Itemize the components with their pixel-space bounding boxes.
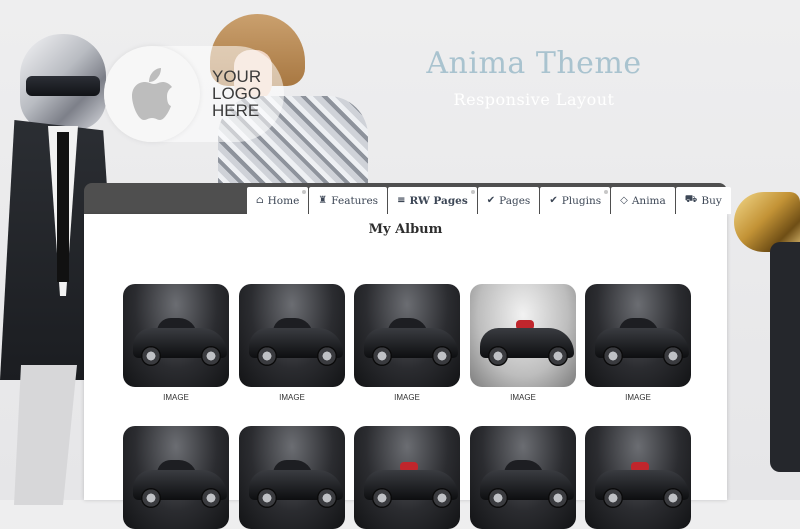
nav-item-anima[interactable]: ◇ Anima <box>611 187 675 214</box>
album-image[interactable] <box>239 284 345 387</box>
album-image[interactable] <box>354 284 460 387</box>
nav-label-home: Home <box>267 194 300 207</box>
trophy-icon: ♜ <box>318 195 328 206</box>
album-image[interactable] <box>123 426 229 529</box>
site-logo[interactable]: YOUR LOGO HERE <box>104 46 284 142</box>
nav-item-plugins[interactable]: ✔ Plugins <box>540 187 611 214</box>
album-image[interactable] <box>239 426 345 529</box>
album-image[interactable] <box>354 426 460 529</box>
nav-item-rw-pages[interactable]: ≡ RW Pages <box>388 187 477 214</box>
apple-icon <box>104 46 200 142</box>
album-image[interactable] <box>470 426 576 529</box>
album-image[interactable] <box>470 284 576 387</box>
image-caption: IMAGE <box>163 393 189 402</box>
nav-label-pages: Pages <box>499 194 531 207</box>
nav-item-pages[interactable]: ✔ Pages <box>477 187 540 214</box>
diamond-icon: ◇ <box>620 195 628 206</box>
nav-label-buy: Buy <box>701 194 722 207</box>
image-caption: IMAGE <box>279 393 305 402</box>
cart-icon: ⛟ <box>684 194 698 205</box>
image-caption: IMAGE <box>625 393 651 402</box>
logo-text: YOUR LOGO HERE <box>212 67 262 120</box>
check-icon: ✔ <box>549 195 558 206</box>
main-navigation: ⌂ Home ♜ Features ≡ RW Pages ✔ Pages ✔ P… <box>247 187 732 215</box>
image-caption: IMAGE <box>394 393 420 402</box>
submenu-indicator <box>470 190 475 194</box>
submenu-indicator <box>604 190 609 194</box>
submenu-indicator <box>302 190 307 194</box>
nav-item-home[interactable]: ⌂ Home <box>247 187 309 214</box>
nav-label-rw-pages: RW Pages <box>409 194 468 207</box>
nav-label-anima: Anima <box>631 194 666 207</box>
site-title: Anima Theme <box>426 46 642 81</box>
nav-item-features[interactable]: ♜ Features <box>309 187 388 214</box>
album-image[interactable] <box>123 284 229 387</box>
image-caption: IMAGE <box>510 393 536 402</box>
album-title: My Album <box>368 222 443 237</box>
list-icon: ≡ <box>397 195 406 206</box>
nav-label-features: Features <box>331 194 379 207</box>
home-icon: ⌂ <box>256 195 264 206</box>
nav-item-buy[interactable]: ⛟ Buy <box>675 187 731 214</box>
album-image[interactable] <box>585 284 691 387</box>
site-subtitle: Responsive Layout <box>453 90 615 109</box>
album-image[interactable] <box>585 426 691 529</box>
background-figure-right <box>730 192 800 500</box>
nav-label-plugins: Plugins <box>561 194 602 207</box>
check-icon: ✔ <box>486 195 496 206</box>
